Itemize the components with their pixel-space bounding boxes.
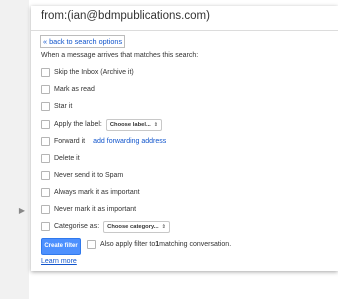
option-skip-inbox[interactable]: Skip the Inbox (Archive it) <box>41 67 134 78</box>
also-apply-prefix: Also apply filter to <box>100 241 156 248</box>
always-important-checkbox[interactable] <box>41 188 50 197</box>
never-spam-checkbox[interactable] <box>41 171 50 180</box>
always-important-label: Always mark it as important <box>54 189 140 196</box>
star-checkbox[interactable] <box>41 102 50 111</box>
search-query[interactable]: from:(ian@bdmpublications.com) <box>41 10 210 22</box>
add-forwarding-address-link[interactable]: add forwarding address <box>93 138 166 145</box>
expand-arrow-icon[interactable]: ▶ <box>16 205 28 217</box>
label-select-value: Choose label... <box>109 121 151 128</box>
option-categorise[interactable]: Categorise as: Choose category... ⇕ <box>41 220 170 233</box>
also-apply-suffix: matching conversation. <box>159 241 232 248</box>
create-filter-button[interactable]: Create filter <box>41 238 81 255</box>
category-select-value: Choose category... <box>107 223 159 230</box>
delete-checkbox[interactable] <box>41 154 50 163</box>
option-never-important[interactable]: Never mark it as important <box>41 204 136 215</box>
learn-more-link[interactable]: Learn more <box>41 258 77 265</box>
forward-label: Forward it <box>54 138 86 145</box>
categorise-label: Categorise as: <box>54 223 100 230</box>
forward-checkbox[interactable] <box>41 137 50 146</box>
never-important-checkbox[interactable] <box>41 205 50 214</box>
category-select[interactable]: Choose category... ⇕ <box>103 220 170 233</box>
option-never-spam[interactable]: Never send it to Spam <box>41 170 123 181</box>
back-to-search-options-link[interactable]: « back to search options <box>40 35 126 48</box>
search-query-box[interactable]: from:(ian@bdmpublications.com) <box>31 6 338 31</box>
mark-read-checkbox[interactable] <box>41 85 50 94</box>
mark-read-label: Mark as read <box>54 86 95 93</box>
option-mark-read[interactable]: Mark as read <box>41 84 95 95</box>
option-apply-label[interactable]: Apply the label: Choose label... ⇕ <box>41 118 162 131</box>
option-forward[interactable]: Forward it add forwarding address <box>41 136 166 147</box>
skip-inbox-checkbox[interactable] <box>41 68 50 77</box>
star-label: Star it <box>54 103 73 110</box>
option-star[interactable]: Star it <box>41 101 72 112</box>
categorise-checkbox[interactable] <box>41 222 50 231</box>
select-arrows-icon: ⇕ <box>153 121 158 128</box>
also-apply-option[interactable]: Also apply filter to 1 matching conversa… <box>87 239 231 250</box>
apply-label-label: Apply the label: <box>54 121 102 128</box>
select-arrows-icon: ⇕ <box>161 223 166 230</box>
option-always-important[interactable]: Always mark it as important <box>41 187 140 198</box>
never-important-label: Never mark it as important <box>54 206 137 213</box>
skip-inbox-label: Skip the Inbox (Archive it) <box>54 69 134 76</box>
label-select[interactable]: Choose label... ⇕ <box>105 118 162 131</box>
option-delete[interactable]: Delete it <box>41 153 80 164</box>
filter-intro-text: When a message arrives that matches this… <box>41 52 199 59</box>
delete-label: Delete it <box>54 155 80 162</box>
also-apply-checkbox[interactable] <box>87 240 96 249</box>
filter-dialog: from:(ian@bdmpublications.com) « back to… <box>31 6 338 271</box>
apply-label-checkbox[interactable] <box>41 120 50 129</box>
left-panel <box>0 0 29 299</box>
never-spam-label: Never send it to Spam <box>54 172 124 179</box>
